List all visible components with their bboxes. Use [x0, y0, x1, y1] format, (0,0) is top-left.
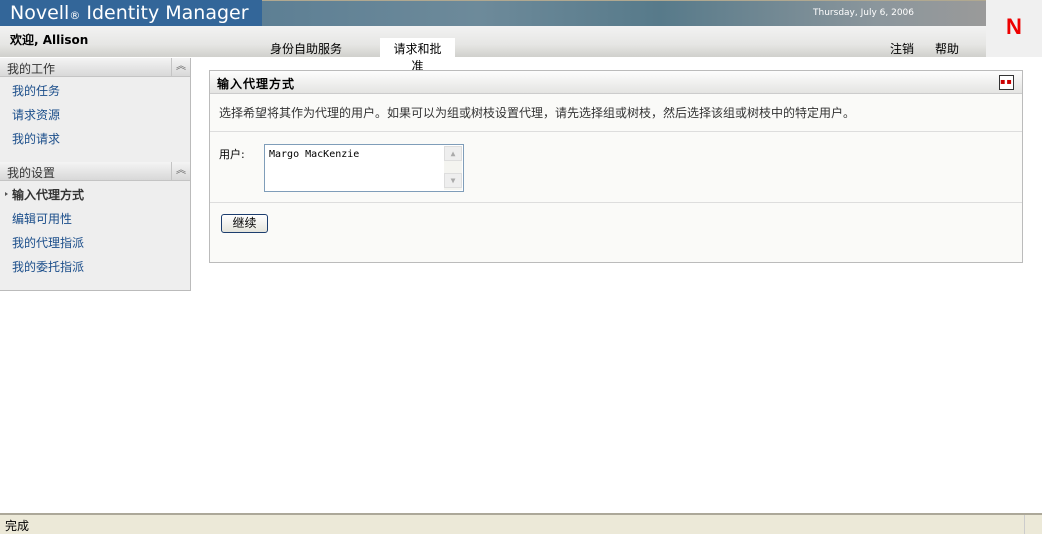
- user-label: 用户:: [219, 148, 245, 161]
- tab-requests-approvals[interactable]: 请求和批准: [380, 38, 455, 73]
- sidebar-item-my-requests[interactable]: 我的请求: [12, 130, 60, 147]
- section-my-work[interactable]: 我的工作 ︽: [0, 58, 190, 77]
- tab-identity-self-service[interactable]: 身份自助服务: [262, 38, 350, 57]
- sidebar: 我的工作 ︽ 我的任务 请求资源 我的请求 我的设置 ︽ 输入代理方式 编辑可用性 …: [0, 58, 191, 291]
- nav-bar: [0, 26, 986, 57]
- proxy-mode-panel: 输入代理方式 ▪▪ 选择希望将其作为代理的用户。如果可以为组或树枝设置代理，请先选…: [209, 70, 1023, 263]
- panel-description: 选择希望将其作为代理的用户。如果可以为组或树枝设置代理，请先选择组或树枝，然后选…: [210, 94, 1022, 132]
- sidebar-item-request-resources[interactable]: 请求资源: [12, 106, 60, 123]
- welcome-text: 欢迎, Allison: [10, 33, 89, 47]
- scroll-up-icon[interactable]: ▲: [444, 146, 462, 161]
- button-row: 继续: [210, 203, 1022, 263]
- header-banner: Thursday, July 6, 2006: [262, 0, 986, 26]
- section-my-settings[interactable]: 我的设置 ︽: [0, 162, 190, 181]
- sidebar-item-my-tasks[interactable]: 我的任务: [12, 82, 60, 99]
- logout-link[interactable]: 注销: [890, 40, 914, 57]
- current-date: Thursday, July 6, 2006: [813, 8, 914, 18]
- section-title: 我的工作: [7, 62, 56, 76]
- sidebar-item-enter-proxy-mode[interactable]: 输入代理方式: [4, 186, 84, 203]
- panel-title: 输入代理方式: [217, 77, 296, 91]
- sidebar-item-edit-availability[interactable]: 编辑可用性: [12, 210, 72, 227]
- user-field[interactable]: Margo MacKenzie ▲ ▼: [264, 144, 464, 192]
- app-title: Novell® Identity Manager: [0, 0, 262, 26]
- continue-button[interactable]: 继续: [221, 214, 268, 233]
- panel-header: 输入代理方式 ▪▪: [210, 71, 1022, 94]
- user-value: Margo MacKenzie: [269, 149, 360, 160]
- section-title: 我的设置: [7, 166, 56, 180]
- registered-mark: ®: [69, 9, 81, 22]
- product-name: Novell: [10, 2, 70, 24]
- help-link[interactable]: 帮助: [935, 40, 959, 57]
- sidebar-item-my-delegate-assignments[interactable]: 我的委托指派: [12, 258, 84, 275]
- status-text: 完成: [5, 519, 30, 533]
- resize-grip-icon[interactable]: [1024, 515, 1042, 534]
- panel-options-icon[interactable]: ▪▪: [999, 75, 1014, 90]
- collapse-icon[interactable]: ︽: [171, 58, 190, 77]
- collapse-icon[interactable]: ︽: [171, 162, 190, 181]
- scroll-down-icon[interactable]: ▼: [444, 173, 462, 188]
- status-bar: 完成: [0, 513, 1042, 534]
- novell-logo: N: [986, 0, 1042, 57]
- product-title: Identity Manager: [86, 2, 249, 24]
- sidebar-item-my-proxy-assignments[interactable]: 我的代理指派: [12, 234, 84, 251]
- scrollbar[interactable]: ▲ ▼: [444, 146, 462, 190]
- user-form: 用户: Margo MacKenzie ▲ ▼: [210, 132, 1022, 203]
